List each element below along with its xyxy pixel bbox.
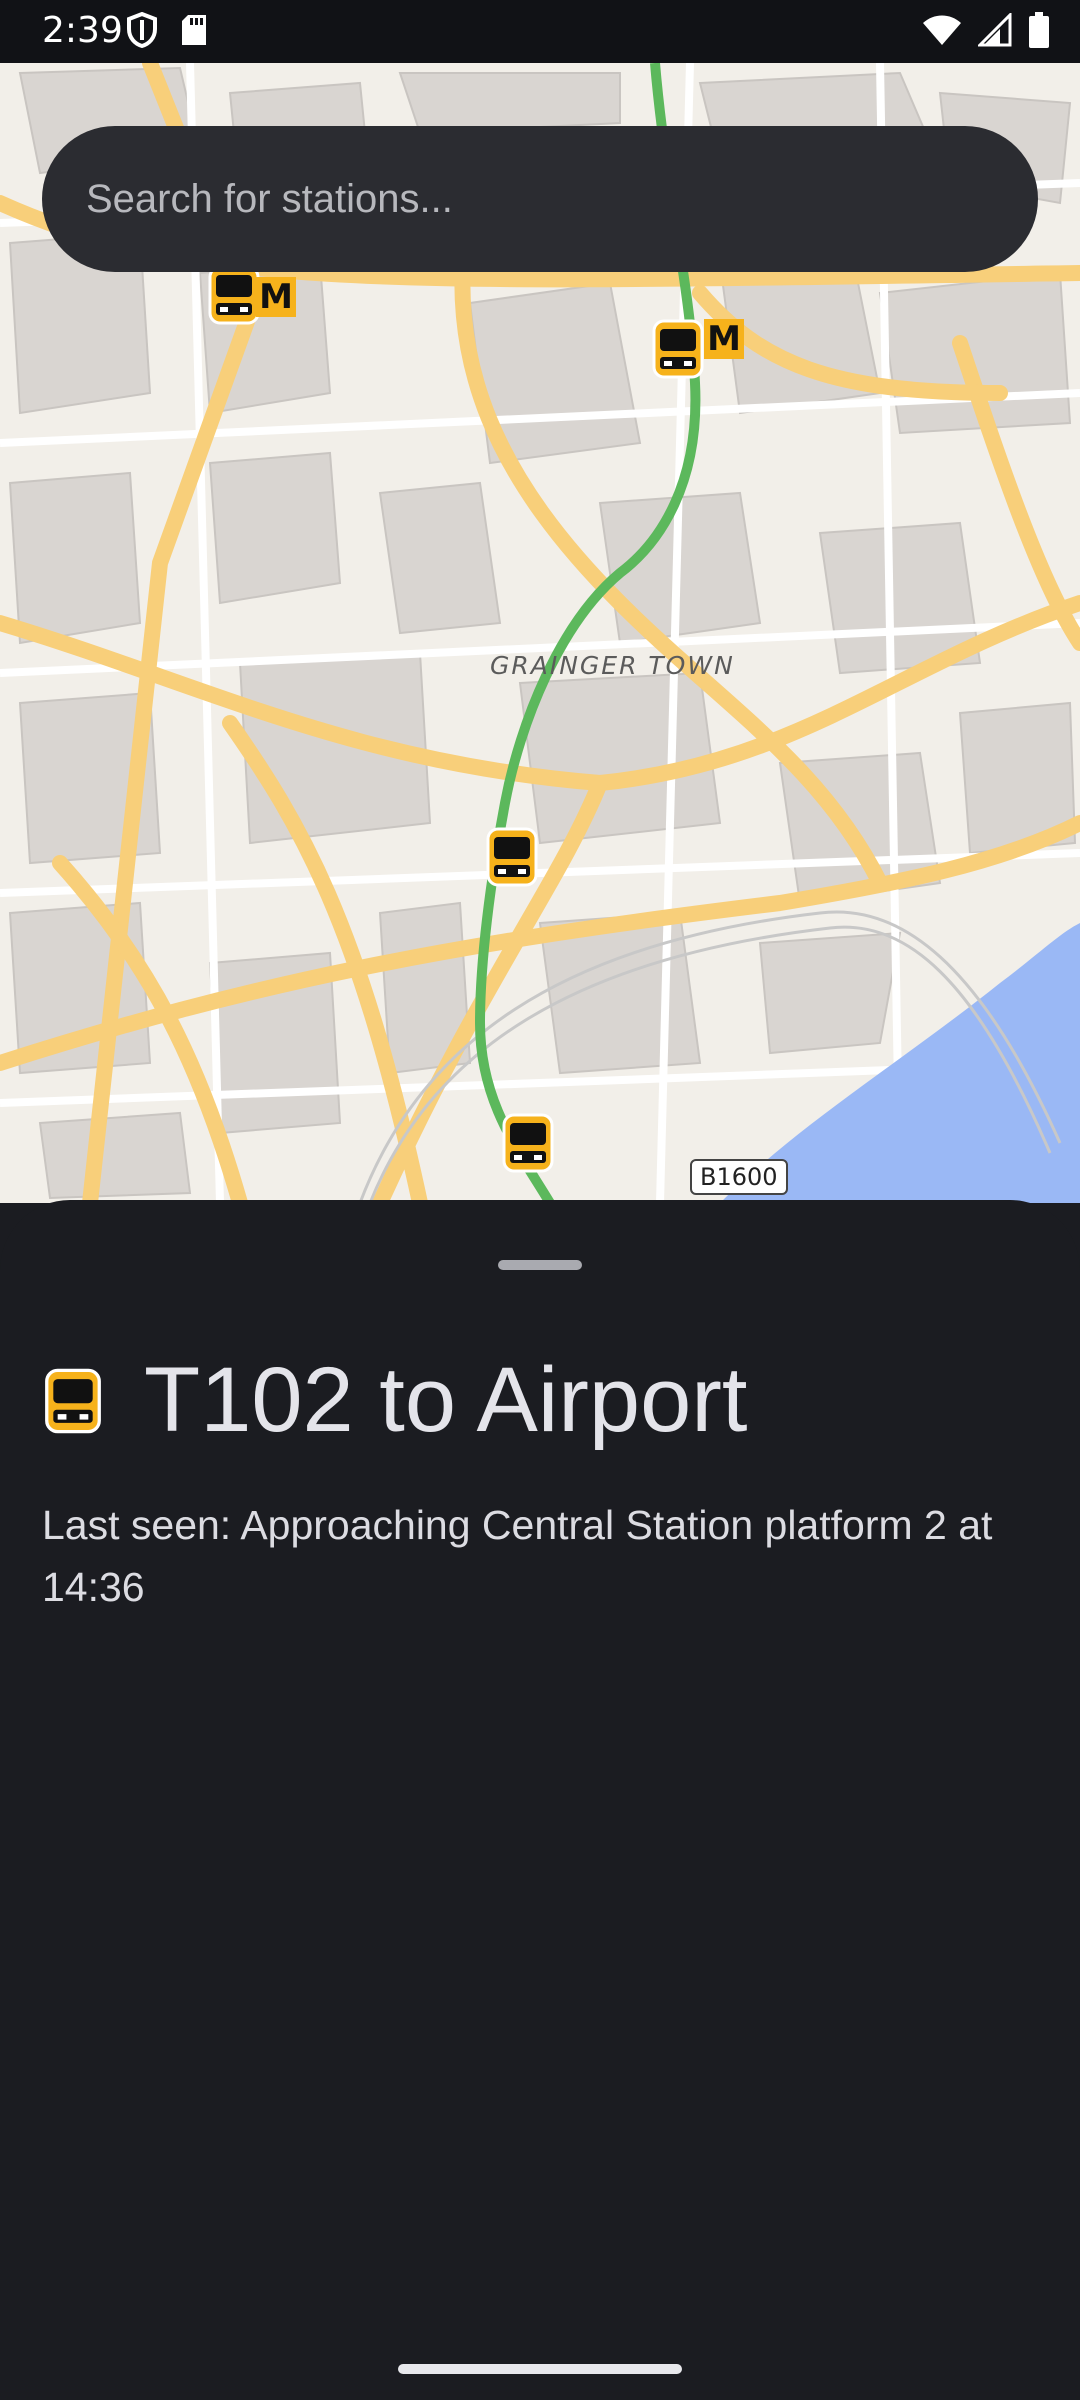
sd-card-icon <box>182 15 206 45</box>
app-screen: 2:39 GRAINGER TOWN B1600 M M Search for … <box>0 0 1080 2400</box>
bottom-sheet[interactable]: T102 to Airport Last seen: Approaching C… <box>0 1200 1080 2400</box>
map-area-label: GRAINGER TOWN <box>490 651 735 680</box>
last-seen-text: Last seen: Approaching Central Station p… <box>42 1502 993 1610</box>
search-bar[interactable] <box>42 126 1038 272</box>
status-time: 2:39 <box>42 10 123 51</box>
tram-station-marker[interactable] <box>206 263 262 327</box>
tram-icon <box>45 1368 101 1433</box>
status-bar: 2:39 <box>0 0 1080 63</box>
status-left-icons <box>126 12 208 48</box>
cellular-signal-icon <box>978 13 1012 47</box>
status-right-icons <box>922 12 1050 48</box>
sheet-header: T102 to Airport <box>42 1348 747 1453</box>
vpn-shield-icon <box>127 12 157 48</box>
home-indicator[interactable] <box>398 2364 682 2374</box>
tram-vehicle-marker[interactable] <box>500 1111 556 1175</box>
sheet-title: T102 to Airport <box>144 1349 748 1451</box>
drag-handle[interactable] <box>498 1260 582 1270</box>
metro-station-badge[interactable]: M <box>704 319 744 359</box>
tram-station-marker[interactable] <box>650 317 706 381</box>
wifi-icon <box>923 15 961 45</box>
metro-station-badge[interactable]: M <box>256 277 296 317</box>
battery-icon <box>1029 12 1049 48</box>
tram-vehicle-marker[interactable] <box>484 825 540 889</box>
road-shield: B1600 <box>690 1159 788 1195</box>
search-input[interactable] <box>84 175 996 223</box>
